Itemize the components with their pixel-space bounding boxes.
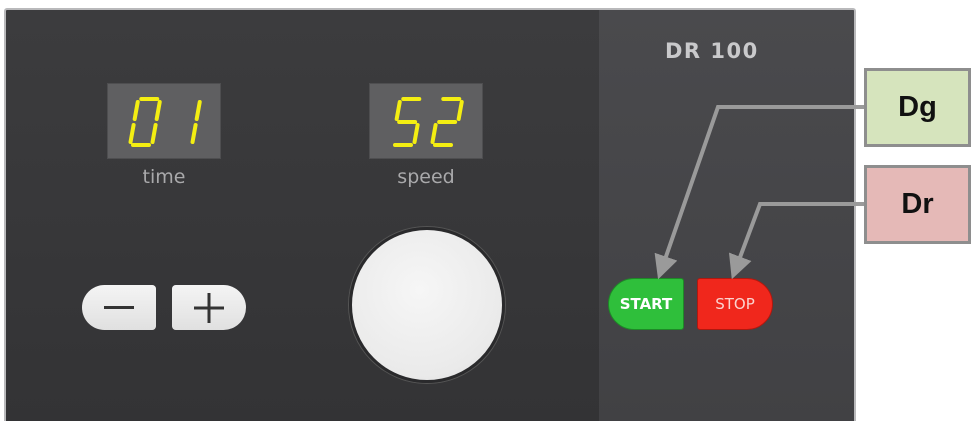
callout-arrows <box>654 105 864 280</box>
callout-dr: Dr <box>864 165 971 244</box>
callout-dg: Dg <box>864 68 971 147</box>
arrow-to-stop <box>728 202 864 280</box>
arrow-to-start <box>654 105 864 280</box>
